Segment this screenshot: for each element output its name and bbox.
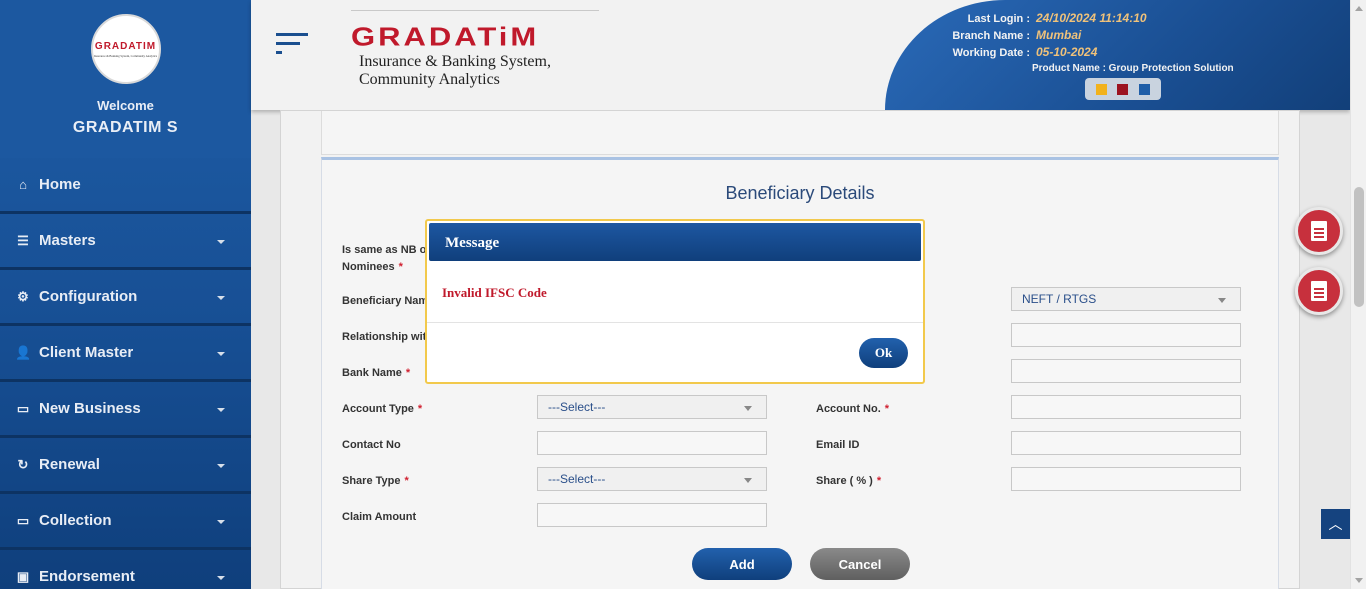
page-scrollbar[interactable] — [1350, 0, 1366, 589]
dialog-title: Message — [429, 223, 921, 261]
scroll-down-arrow-icon[interactable] — [1355, 578, 1363, 583]
scroll-up-arrow-icon[interactable] — [1355, 6, 1363, 11]
message-dialog: Message Invalid IFSC Code Ok — [425, 219, 925, 384]
ok-button[interactable]: Ok — [859, 338, 908, 368]
scrollbar-thumb[interactable] — [1354, 187, 1364, 307]
dialog-message: Invalid IFSC Code — [427, 263, 923, 323]
